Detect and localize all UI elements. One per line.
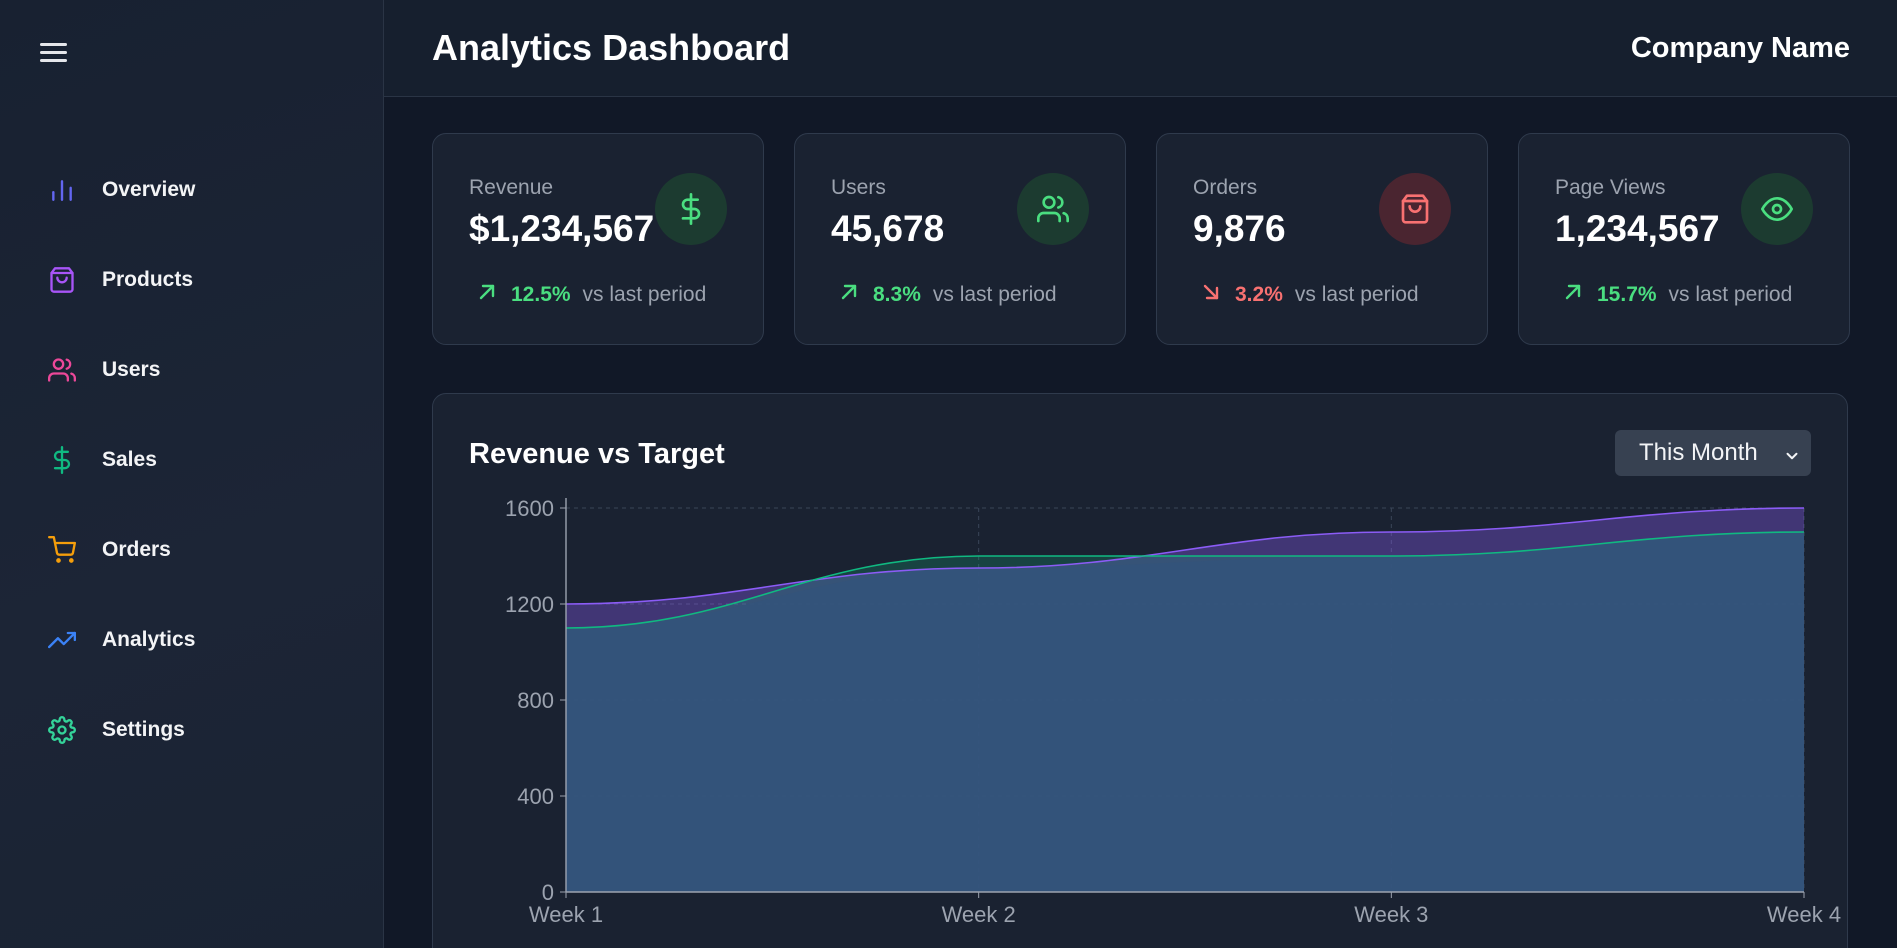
sidebar-item-settings[interactable]: Settings: [0, 685, 384, 775]
sidebar-item-label: Settings: [102, 718, 185, 741]
stat-change-percent: 3.2%: [1235, 283, 1283, 306]
overlap-area: [566, 532, 1804, 892]
stat-change: 3.2% vs last period: [1199, 280, 1419, 310]
page-title: Analytics Dashboard: [432, 27, 791, 68]
stat-value: 9,876: [1193, 208, 1286, 249]
stats-cards: Revenue $1,234,567 12.5% vs last period …: [432, 133, 1850, 345]
sidebar-item-label: Users: [102, 358, 161, 381]
sidebar-item-products[interactable]: Products: [0, 235, 384, 325]
stat-card-orders: Orders 9,876 3.2% vs last period: [1156, 133, 1488, 345]
stat-label: Page Views: [1555, 176, 1666, 199]
bar-chart-icon: [48, 176, 76, 204]
sidebar-item-label: Analytics: [102, 628, 196, 651]
x-tick-label: Week 2: [942, 902, 1016, 927]
stat-change-percent: 12.5%: [511, 283, 571, 306]
sidebar-item-label: Orders: [102, 538, 171, 561]
users-icon: [48, 356, 76, 384]
top-header: Analytics Dashboard Company Name: [384, 0, 1897, 97]
shopping-bag-icon: [1379, 173, 1451, 245]
sidebar-item-overview[interactable]: Overview: [0, 145, 384, 235]
sidebar-item-orders[interactable]: Orders: [0, 505, 384, 595]
arrow-up-right-icon: [1561, 280, 1585, 310]
gear-icon: [48, 716, 76, 744]
stat-change: 15.7% vs last period: [1561, 280, 1792, 310]
shopping-bag-icon: [48, 266, 76, 294]
x-tick-label: Week 4: [1767, 902, 1841, 927]
stat-label: Revenue: [469, 176, 554, 199]
stat-change: 12.5% vs last period: [475, 280, 706, 310]
eye-icon: [1741, 173, 1813, 245]
stat-card-users: Users 45,678 8.3% vs last period: [794, 133, 1126, 345]
x-tick-label: Week 1: [529, 902, 603, 927]
y-tick-label: 1600: [505, 496, 554, 521]
main-content: Analytics Dashboard Company Name Revenue…: [384, 0, 1897, 948]
sidebar-item-label: Sales: [102, 448, 157, 471]
stat-change-percent: 8.3%: [873, 283, 921, 306]
arrow-up-right-icon: [837, 280, 861, 310]
revenue-chart-card: Revenue vs Target This Month 0 400 800 1200…: [432, 393, 1848, 948]
hamburger-icon[interactable]: [40, 41, 68, 65]
stat-value: 1,234,567: [1555, 208, 1720, 249]
sidebar-nav: Overview Products Users Sales Orders Ana…: [0, 145, 384, 775]
app-root: Overview Products Users Sales Orders Ana…: [0, 0, 1897, 948]
company-name[interactable]: Company Name: [1631, 32, 1850, 65]
cart-icon: [48, 536, 76, 564]
sidebar-item-users[interactable]: Users: [0, 325, 384, 415]
y-tick-label: 400: [517, 784, 554, 809]
stat-value: $1,234,567: [469, 208, 655, 249]
sidebar-item-label: Overview: [102, 178, 196, 201]
arrow-up-right-icon: [475, 280, 499, 310]
stat-card-page-views: Page Views 1,234,567 15.7% vs last perio…: [1518, 133, 1850, 345]
sidebar-item-label: Products: [102, 268, 194, 291]
stat-change: 8.3% vs last period: [837, 280, 1057, 310]
stat-change-suffix: vs last period: [1294, 283, 1419, 306]
stat-value: 45,678: [831, 208, 945, 249]
x-tick-label: Week 3: [1354, 902, 1428, 927]
y-tick-label: 800: [517, 688, 554, 713]
stat-change-percent: 15.7%: [1597, 283, 1657, 306]
trending-up-icon: [48, 626, 76, 654]
users-icon: [1017, 173, 1089, 245]
dollar-icon: [48, 446, 76, 474]
stat-change-suffix: vs last period: [932, 283, 1057, 306]
arrow-down-right-icon: [1199, 280, 1223, 310]
stat-change-suffix: vs last period: [582, 283, 707, 306]
area-chart: 040080012001600Week 1 Week 2 Week 3 Week 4: [505, 496, 1841, 927]
sidebar-item-analytics[interactable]: Analytics: [0, 595, 384, 685]
stat-label: Orders: [1193, 176, 1258, 199]
stat-label: Users: [831, 176, 886, 199]
stat-card-revenue: Revenue $1,234,567 12.5% vs last period: [432, 133, 764, 345]
y-tick-label: 1200: [505, 592, 554, 617]
sidebar-item-sales[interactable]: Sales: [0, 415, 384, 505]
stat-change-suffix: vs last period: [1668, 283, 1793, 306]
dollar-icon: [655, 173, 727, 245]
sidebar: Overview Products Users Sales Orders Ana…: [0, 0, 384, 948]
